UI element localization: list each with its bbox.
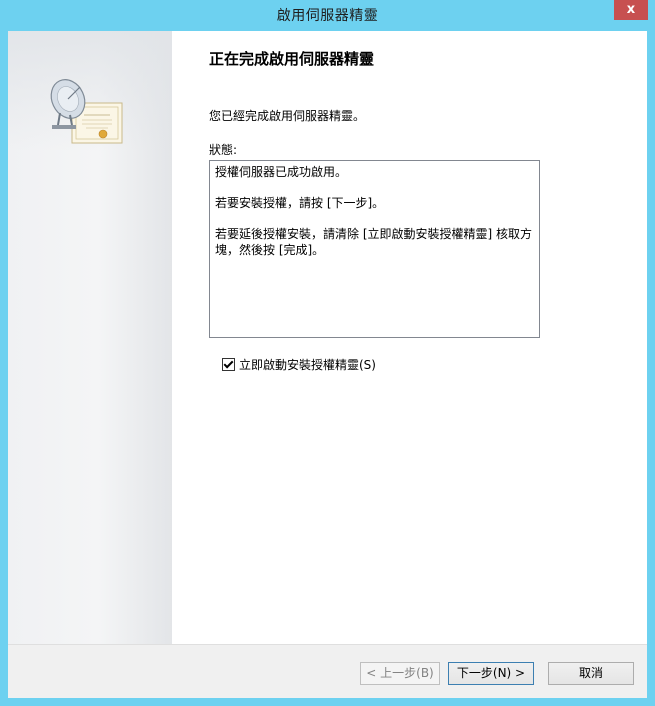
completion-description: 您已經完成啟用伺服器精靈。	[209, 109, 366, 123]
next-button[interactable]: 下一步(N) >	[448, 662, 534, 685]
checkbox-label: 立即啟動安裝授權精靈(S)	[239, 358, 376, 372]
wizard-client-area: 正在完成啟用伺服器精靈 您已經完成啟用伺服器精靈。 狀態: 授權伺服器已成功啟用…	[8, 31, 647, 644]
page-heading: 正在完成啟用伺服器精靈	[209, 50, 375, 68]
wizard-side-panel	[8, 31, 172, 644]
title-bar[interactable]: 啟用伺服器精靈 x	[0, 0, 655, 31]
cancel-button[interactable]: 取消	[548, 662, 634, 685]
window-bottom-border	[0, 698, 655, 706]
window-title: 啟用伺服器精靈	[276, 8, 379, 24]
wizard-footer: < 上一步(B) 下一步(N) > 取消	[8, 644, 647, 698]
status-label: 狀態:	[209, 143, 238, 157]
satellite-dish-certificate-icon	[50, 79, 123, 144]
status-textbox[interactable]: 授權伺服器已成功啟用。 若要安裝授權，請按 [下一步]。 若要延後授權安裝，請清…	[209, 160, 540, 338]
wizard-main-panel: 正在完成啟用伺服器精靈 您已經完成啟用伺服器精靈。 狀態: 授權伺服器已成功啟用…	[172, 31, 647, 644]
wizard-window: 啟用伺服器精靈 x 正在完成啟用伺服器精靈 您已經完成啟用伺服器精靈。 狀態: …	[0, 0, 655, 706]
close-button[interactable]: x	[614, 0, 648, 20]
launch-install-wizard-checkbox[interactable]: 立即啟動安裝授權精靈(S)	[222, 356, 376, 373]
status-line: 若要延後授權安裝，請清除 [立即啟動安裝授權精靈] 核取方塊，然後按 [完成]。	[215, 227, 532, 257]
checkbox-checked-icon[interactable]	[222, 358, 235, 371]
status-line: 授權伺服器已成功啟用。	[215, 165, 348, 179]
back-button[interactable]: < 上一步(B)	[360, 662, 440, 685]
status-line: 若要安裝授權，請按 [下一步]。	[215, 196, 385, 210]
